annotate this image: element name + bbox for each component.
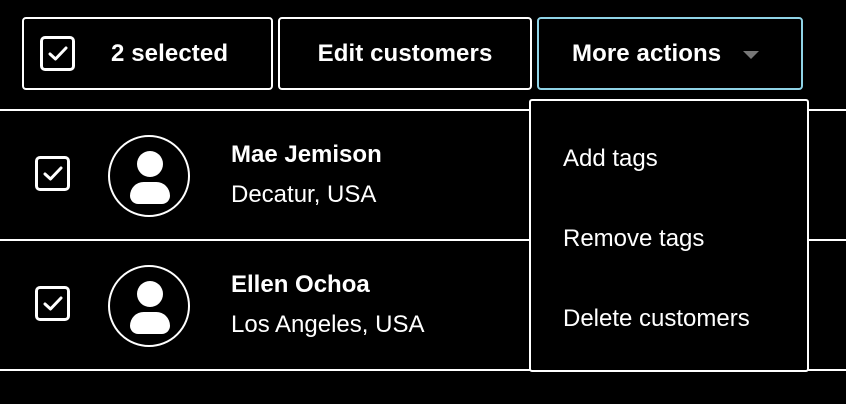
selected-count-label: 2 selected [111,39,229,67]
menu-item-delete-customers[interactable]: Delete customers [563,305,750,333]
customer-location: Decatur, USA [231,181,377,208]
avatar-icon [108,265,190,347]
customer-list-page: 2 selected Edit customers More actions M… [0,0,846,404]
checkmark-icon [43,166,62,180]
row-checkbox[interactable] [35,286,70,321]
checkmark-icon [43,296,62,310]
menu-item-add-tags[interactable]: Add tags [563,145,658,173]
customer-name: Mae Jemison [231,141,382,168]
menu-item-remove-tags[interactable]: Remove tags [563,225,704,253]
select-all-checkbox[interactable] [40,36,75,71]
edit-customers-button[interactable]: Edit customers [278,17,532,90]
avatar-icon [108,135,190,217]
row-checkbox[interactable] [35,156,70,191]
bulk-actions-bar: 2 selected Edit customers More actions [22,17,803,90]
select-all-button[interactable]: 2 selected [22,17,273,90]
more-actions-label: More actions [572,39,722,67]
checkmark-icon [48,46,67,60]
customer-name: Ellen Ochoa [231,271,370,298]
caret-down-icon [743,50,760,59]
more-actions-menu: Add tags Remove tags Delete customers [529,99,809,372]
more-actions-button[interactable]: More actions [537,17,803,90]
customer-location: Los Angeles, USA [231,311,425,338]
